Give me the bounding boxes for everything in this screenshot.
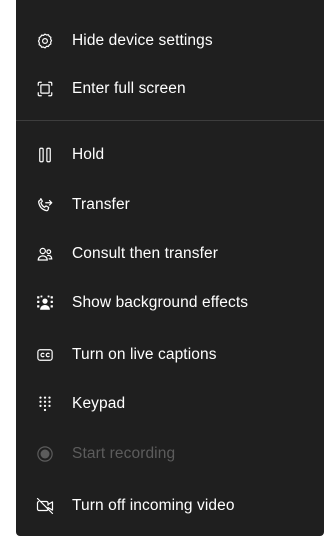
more-actions-menu: Hide device settings Enter full screen H… (16, 0, 324, 536)
background-effects-icon (36, 294, 54, 312)
menu-item-label: Turn off incoming video (72, 497, 235, 514)
gear-icon (36, 32, 54, 50)
pause-icon (36, 146, 54, 164)
call-transfer-icon (36, 196, 54, 214)
menu-item-turn-on-live-captions[interactable]: Turn on live captions (16, 331, 324, 379)
menu-divider (16, 120, 324, 121)
menu-item-turn-off-incoming-video[interactable]: Turn off incoming video (16, 482, 324, 530)
menu-item-consult-then-transfer[interactable]: Consult then transfer (16, 230, 324, 278)
menu-item-keypad[interactable]: Keypad (16, 380, 324, 428)
menu-item-label: Turn on live captions (72, 346, 217, 363)
menu-item-hold[interactable]: Hold (16, 131, 324, 179)
menu-item-label: Hide device settings (72, 32, 213, 49)
menu-item-label: Consult then transfer (72, 245, 218, 262)
menu-item-enter-full-screen[interactable]: Enter full screen (16, 65, 324, 113)
menu-item-hide-device-settings[interactable]: Hide device settings (16, 17, 324, 65)
keypad-icon (36, 395, 54, 413)
record-icon (36, 445, 54, 463)
menu-item-label: Show background effects (72, 294, 249, 311)
video-off-icon (36, 497, 54, 515)
menu-item-transfer[interactable]: Transfer (16, 181, 324, 229)
menu-item-label: Hold (72, 146, 105, 163)
closed-captions-icon (36, 346, 54, 364)
fullscreen-icon (36, 80, 54, 98)
people-icon (36, 245, 54, 263)
menu-item-label: Transfer (72, 196, 130, 213)
menu-item-show-background-effects[interactable]: Show background effects (16, 279, 324, 327)
menu-item-start-recording: Start recording (16, 430, 324, 478)
menu-item-label: Enter full screen (72, 80, 186, 97)
menu-item-label: Start recording (72, 445, 176, 462)
menu-item-label: Keypad (72, 395, 126, 412)
